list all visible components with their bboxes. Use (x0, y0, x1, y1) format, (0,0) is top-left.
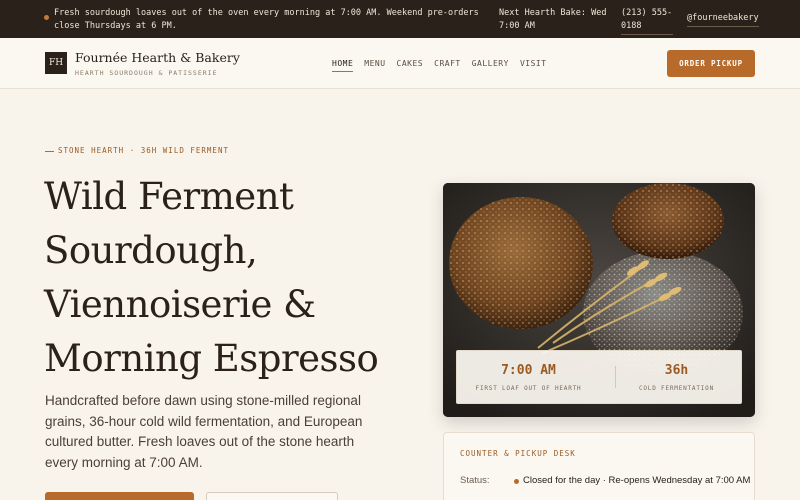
announcement-message: Fresh sourdough loaves out of the oven e… (54, 8, 479, 31)
nav-visit[interactable]: VISIT (520, 59, 547, 72)
main-nav: HOME MENU CAKES CRAFT GALLERY VISIT (332, 59, 547, 72)
brand-tagline: HEARTH SOURDOUGH & PATISSERIE (75, 69, 218, 77)
counter-title: COUNTER & PICKUP DESK (460, 449, 576, 458)
hero-lede: Handcrafted before dawn using stone-mill… (45, 393, 363, 470)
nav-cakes[interactable]: CAKES (397, 59, 424, 72)
nav-gallery[interactable]: GALLERY (472, 59, 509, 72)
hero-stats: 7:00 AM FIRST LOAF OUT OF HEARTH 36h COL… (456, 350, 742, 404)
brand-name[interactable]: Fournée Hearth & Bakery (75, 50, 240, 65)
stat-label: FIRST LOAF OUT OF HEARTH (475, 385, 582, 392)
stat-value: 7:00 AM (501, 363, 556, 378)
status-value: Closed for the day · Re-opens Wednesday … (523, 475, 751, 486)
stat-label: COLD FERMENTATION (638, 385, 714, 392)
hero-headline: Wild Ferment Sourdough, Viennoiserie & M… (44, 175, 379, 380)
announcement-bar: Fresh sourdough loaves out of the oven e… (0, 0, 800, 38)
eyebrow-rule (45, 150, 54, 152)
status-label: Status: (460, 475, 490, 486)
nav-menu[interactable]: MENU (364, 59, 385, 72)
next-bake-time: Next Hearth Bake: Wed 7:00 AM (499, 8, 607, 31)
social-handle-link[interactable]: @fourneebakery (687, 12, 759, 27)
stat-fermentation: 36h COLD FERMENTATION (605, 351, 748, 405)
nav-craft[interactable]: CRAFT (434, 59, 461, 72)
hero-eyebrow-text: STONE HEARTH · 36H WILD FERMENT (58, 146, 229, 155)
nav-home[interactable]: HOME (332, 59, 354, 72)
status-dot-icon (514, 479, 519, 484)
stat-value: 36h (664, 363, 689, 378)
counter-pickup-card: COUNTER & PICKUP DESK Status: Closed for… (443, 432, 755, 500)
order-pickup-button[interactable]: ORDER PICKUP (667, 50, 755, 77)
logo-mark[interactable]: FH (45, 52, 67, 74)
phone-link[interactable]: (213) 555-0188 (621, 7, 673, 35)
status-dot-icon (44, 15, 49, 20)
site-header: FH Fournée Hearth & Bakery HEARTH SOURDO… (0, 38, 800, 89)
secondary-cta-button[interactable] (206, 492, 338, 500)
stat-first-loaf: 7:00 AM FIRST LOAF OUT OF HEARTH (457, 351, 600, 405)
hero-eyebrow: STONE HEARTH · 36H WILD FERMENT (45, 146, 229, 155)
primary-cta-button[interactable] (45, 492, 194, 500)
